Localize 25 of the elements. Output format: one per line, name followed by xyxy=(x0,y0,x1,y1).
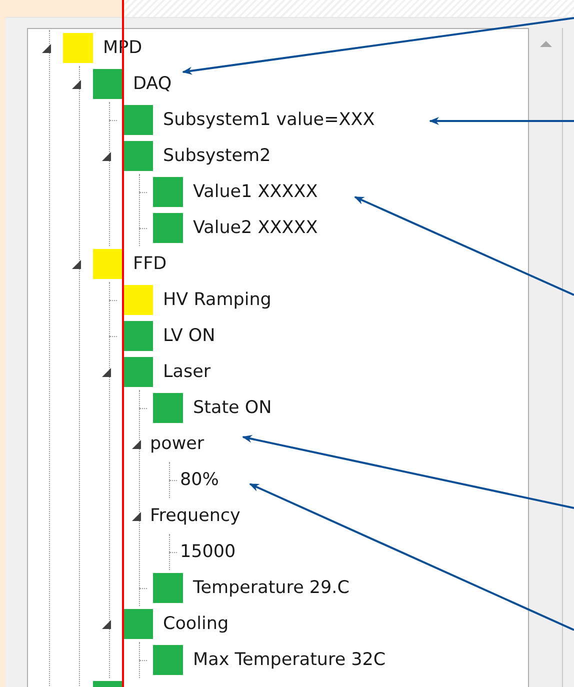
tree-item-label[interactable]: Subsystem1 value=XXX xyxy=(163,110,375,130)
tree-item-label[interactable]: Temperature 29.C xyxy=(193,578,350,598)
tree-item-label[interactable]: Value2 XXXXX xyxy=(193,218,318,238)
tree-item-label[interactable]: 80% xyxy=(180,470,219,490)
tree-item-label[interactable]: LV ON xyxy=(163,326,216,346)
expander-icon[interactable] xyxy=(132,512,141,520)
tree-item-label[interactable]: Laser xyxy=(163,362,211,382)
expander-icon[interactable] xyxy=(72,260,81,268)
expander-icon[interactable] xyxy=(72,80,81,88)
expander-icon[interactable] xyxy=(42,44,51,52)
tree-item-label[interactable]: Max Temperature 32C xyxy=(193,650,386,670)
tree-item-label[interactable]: HV Ramping xyxy=(163,290,272,310)
tree-item-label[interactable]: DAQ xyxy=(133,74,172,94)
tree-item-label[interactable]: FFD xyxy=(133,254,167,274)
tree-item-label[interactable]: 15000 xyxy=(180,542,236,562)
tree-item-label[interactable]: State ON xyxy=(193,398,272,418)
expander-icon[interactable] xyxy=(102,620,111,628)
tree-item-label[interactable]: power xyxy=(150,434,204,454)
expander-icon[interactable] xyxy=(102,152,111,160)
expander-icon[interactable] xyxy=(102,368,111,376)
tree-item-label[interactable]: Frequency xyxy=(150,506,240,526)
tree-item-label[interactable]: Subsystem2 xyxy=(163,146,271,166)
tree-item-label[interactable]: Value1 XXXXX xyxy=(193,182,318,202)
tree-item-label[interactable]: Cooling xyxy=(163,614,229,634)
expander-icon[interactable] xyxy=(132,440,141,448)
